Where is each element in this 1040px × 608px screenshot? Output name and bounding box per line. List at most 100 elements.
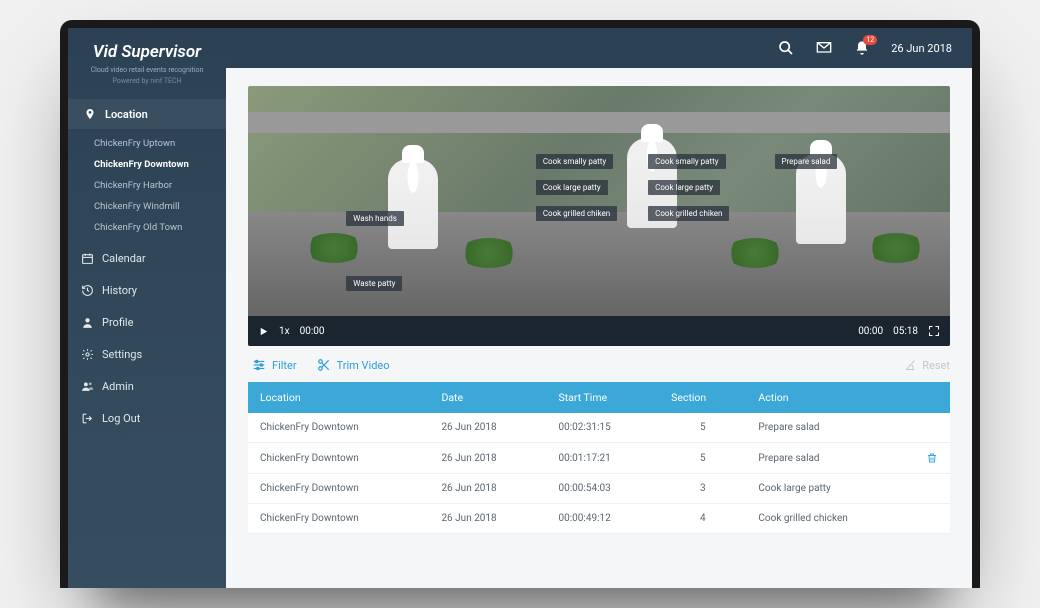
location-pin-icon	[83, 107, 97, 121]
table-header-row: Location Date Start Time Section Action	[248, 382, 950, 413]
col-date: Date	[429, 382, 546, 413]
reset-button[interactable]: Reset	[905, 359, 950, 372]
video-annotation[interactable]: Cook grilled chiken	[648, 206, 729, 221]
logo-area: Vid Supervisor Cloud video retail events…	[68, 28, 226, 95]
playback-speed[interactable]: 1x	[279, 326, 290, 337]
sidebar-location-item[interactable]: ChickenFry Windmill	[68, 196, 226, 217]
filter-label: Filter	[272, 359, 297, 372]
cell-action: Prepare salad	[746, 413, 914, 443]
cell-action: Prepare salad	[746, 443, 914, 474]
nav-list: Calendar History Profile Settings Admin Log O…	[68, 242, 226, 434]
nav-item-history[interactable]: History	[68, 274, 226, 306]
app-logo: Vid Supervisor	[78, 42, 216, 62]
table-row[interactable]: ChickenFry Downtown26 Jun 201800:02:31:1…	[248, 413, 950, 443]
laptop-frame: Vid Supervisor Cloud video retail events…	[60, 20, 980, 588]
col-section: Section	[659, 382, 746, 413]
fullscreen-button[interactable]	[928, 325, 940, 337]
table-row[interactable]: ChickenFry Downtown26 Jun 201800:00:54:0…	[248, 474, 950, 504]
duration-time: 05:18	[893, 326, 918, 337]
col-action: Action	[746, 382, 914, 413]
settings-icon	[80, 347, 94, 361]
admin-icon	[80, 379, 94, 393]
filter-icon	[252, 358, 266, 372]
toolbar: Filter Trim Video Reset	[248, 346, 950, 382]
nav-location-label: Location	[105, 108, 148, 121]
table-row[interactable]: ChickenFry Downtown26 Jun 201800:01:17:2…	[248, 443, 950, 474]
messages-button[interactable]	[815, 39, 833, 57]
powered-by: Powered by ninf TECH	[78, 77, 216, 85]
play-button[interactable]	[258, 326, 269, 337]
cell-location: ChickenFry Downtown	[248, 413, 429, 443]
nav-location-header[interactable]: Location	[68, 99, 226, 129]
video-annotation[interactable]: Cook smally patty	[648, 154, 725, 169]
col-start: Start Time	[547, 382, 660, 413]
nav-item-log-out[interactable]: Log Out	[68, 402, 226, 434]
cell-location: ChickenFry Downtown	[248, 443, 429, 474]
delete-row-button[interactable]	[926, 452, 938, 464]
nav-item-label: Settings	[102, 348, 142, 361]
nav-item-profile[interactable]: Profile	[68, 306, 226, 338]
nav-item-label: History	[102, 284, 137, 297]
sidebar-location-item[interactable]: ChickenFry Uptown	[68, 133, 226, 154]
trim-button[interactable]: Trim Video	[317, 358, 390, 372]
cell-start: 00:00:54:03	[547, 474, 660, 504]
cell-action: Cook large patty	[746, 474, 914, 504]
header-date: 26 Jun 2018	[891, 42, 952, 55]
sidebar-location-item[interactable]: ChickenFry Downtown	[68, 154, 226, 175]
sidebar: Vid Supervisor Cloud video retail events…	[68, 28, 226, 588]
calendar-icon	[80, 251, 94, 265]
video-annotation[interactable]: Waste patty	[346, 276, 402, 291]
position-time: 00:00	[858, 326, 883, 337]
cell-date: 26 Jun 2018	[429, 413, 546, 443]
col-location: Location	[248, 382, 429, 413]
video-annotation[interactable]: Cook grilled chiken	[536, 206, 617, 221]
nav-item-label: Log Out	[102, 412, 140, 425]
cell-start: 00:02:31:15	[547, 413, 660, 443]
cell-action: Cook grilled chicken	[746, 504, 914, 534]
events-table: Location Date Start Time Section Action …	[248, 382, 950, 534]
table-row[interactable]: ChickenFry Downtown26 Jun 201800:00:49:1…	[248, 504, 950, 534]
cell-section: 3	[659, 474, 746, 504]
video-player[interactable]: Wash hands Waste patty Cook smally patty Co…	[248, 86, 950, 346]
logout-icon	[80, 411, 94, 425]
nav-item-calendar[interactable]: Calendar	[68, 242, 226, 274]
cell-location: ChickenFry Downtown	[248, 474, 429, 504]
cell-start: 00:01:17:21	[547, 443, 660, 474]
video-annotation[interactable]: Prepare salad	[775, 154, 838, 169]
cell-section: 5	[659, 413, 746, 443]
video-controls: 1x 00:00 00:00 05:18	[248, 316, 950, 346]
nav-item-admin[interactable]: Admin	[68, 370, 226, 402]
video-annotation[interactable]: Cook large patty	[536, 180, 608, 195]
profile-icon	[80, 315, 94, 329]
content-area: Wash hands Waste patty Cook smally patty Co…	[226, 68, 972, 588]
cell-date: 26 Jun 2018	[429, 443, 546, 474]
sidebar-location-item[interactable]: ChickenFry Old Town	[68, 217, 226, 238]
nav-item-settings[interactable]: Settings	[68, 338, 226, 370]
app-screen: Vid Supervisor Cloud video retail events…	[68, 28, 972, 588]
cell-location: ChickenFry Downtown	[248, 504, 429, 534]
cell-section: 4	[659, 504, 746, 534]
cell-date: 26 Jun 2018	[429, 504, 546, 534]
reset-label: Reset	[922, 359, 950, 372]
search-button[interactable]	[777, 39, 795, 57]
main-area: 12 26 Jun 2018 Wash hands Waste patty Cook…	[226, 28, 972, 588]
video-annotation[interactable]: Cook smally patty	[536, 154, 613, 169]
broom-icon	[905, 359, 917, 371]
video-annotation[interactable]: Wash hands	[346, 211, 404, 226]
location-list: ChickenFry UptownChickenFry DowntownChic…	[68, 129, 226, 242]
top-bar: 12 26 Jun 2018	[226, 28, 972, 68]
video-annotation[interactable]: Cook large patty	[648, 180, 720, 195]
current-time: 00:00	[300, 326, 325, 337]
notifications-button[interactable]: 12	[853, 39, 871, 57]
nav-item-label: Admin	[102, 380, 134, 393]
cell-date: 26 Jun 2018	[429, 474, 546, 504]
scissors-icon	[317, 358, 331, 372]
nav-item-label: Calendar	[102, 252, 146, 265]
nav-item-label: Profile	[102, 316, 133, 329]
history-icon	[80, 283, 94, 297]
tagline: Cloud video retail events recognition	[78, 66, 216, 75]
trim-label: Trim Video	[337, 359, 390, 372]
filter-button[interactable]: Filter	[252, 358, 297, 372]
sidebar-location-item[interactable]: ChickenFry Harbor	[68, 175, 226, 196]
cell-start: 00:00:49:12	[547, 504, 660, 534]
